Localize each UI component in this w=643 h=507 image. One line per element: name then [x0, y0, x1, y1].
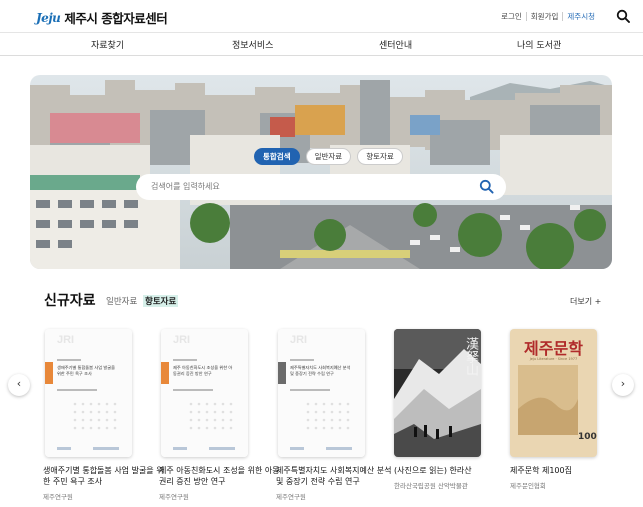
book-title[interactable]: 제주문학 제100집: [510, 465, 635, 476]
cover-number: 100: [578, 432, 597, 442]
cover-badge: JRI: [173, 334, 190, 346]
cover-title: 제주특별자치도 사회복지예산 분석 및 중장기 전략 수립 연구: [290, 365, 351, 376]
search-placeholder: 검색어를 입력하세요: [151, 182, 220, 191]
book-title[interactable]: 제주 아동친화도시 조성을 위한 아동권리 증진 방안 연구: [159, 465, 284, 487]
prev-button[interactable]: ‹: [8, 374, 30, 396]
cover-title: 생애주기별 통합돌봄 사업 발굴을 위한 주민 욕구 조사: [57, 365, 115, 376]
nav-item-my-library[interactable]: 나의 도서관: [517, 38, 561, 51]
cover-title: 제주 아동친화도시 조성을 위한 아동권리 증진 방안 연구: [173, 365, 233, 376]
site-logo[interactable]: Jeju 제주시 종합자료센터: [36, 8, 168, 27]
book-cover[interactable]: JRI 생애주기별 통합돌봄 사업 발굴을 위한 주민 욕구 조사: [45, 329, 132, 457]
chevron-left-icon: ‹: [16, 377, 22, 390]
search-icon[interactable]: [616, 9, 630, 23]
book-cover[interactable]: 漢拏山: [394, 329, 481, 457]
cover-badge: JRI: [57, 334, 74, 346]
cityhall-link[interactable]: 제주시청: [562, 12, 599, 21]
tab-general-materials[interactable]: 일반자료: [305, 148, 352, 165]
book-publisher: 제주연구원: [159, 493, 189, 501]
next-button[interactable]: ›: [612, 374, 634, 396]
report-cover: JRI: [278, 329, 365, 457]
search-icon[interactable]: [479, 179, 494, 194]
section-title: 신규자료: [44, 293, 96, 309]
book-cover[interactable]: JRI 제주특별자치도 사회복지예산 분석 및 중장기 전략 수립 연구: [278, 329, 365, 457]
book-publisher: 한라산국립공원 산악박물관: [394, 482, 468, 490]
tab-new-local[interactable]: 향토자료: [143, 295, 179, 307]
more-button[interactable]: 더보기 +: [570, 296, 601, 307]
tab-new-general[interactable]: 일반자료: [106, 295, 137, 307]
logo-mark: Jeju: [36, 10, 61, 25]
search-input[interactable]: 검색어를 입력하세요: [136, 174, 506, 200]
login-link[interactable]: 로그인: [497, 12, 526, 21]
book-publisher: 제주문인협회: [510, 482, 546, 490]
book-title[interactable]: (사진으로 읽는) 한라산: [394, 465, 519, 476]
book-title[interactable]: 생애주기별 통합돌봄 사업 발굴을 위한 주민 욕구 조사: [43, 465, 168, 487]
nav-item-info-service[interactable]: 정보서비스: [232, 38, 273, 51]
book-cover[interactable]: 제주문학 Jeju Literature · Since 1977 100: [510, 329, 597, 457]
report-cover: JRI: [161, 329, 248, 457]
tab-integrated-search[interactable]: 통합검색: [254, 148, 300, 165]
logo-text: 제주시 종합자료센터: [64, 11, 168, 26]
book-publisher: 제주연구원: [276, 493, 306, 501]
city-photo: [30, 75, 612, 269]
report-cover: JRI: [45, 329, 132, 457]
search-type-tabs: 통합검색 일반자료 향토자료: [254, 148, 403, 165]
book-publisher: 제주연구원: [43, 493, 73, 501]
main-nav: 자료찾기 정보서비스 센터안내 나의 도서관: [0, 32, 643, 56]
book-cover[interactable]: JRI 제주 아동친화도시 조성을 위한 아동권리 증진 방안 연구: [161, 329, 248, 457]
signup-link[interactable]: 회원가입: [525, 12, 563, 21]
cover-badge: JRI: [290, 334, 307, 346]
top-bar: Jeju 제주시 종합자료센터 로그인 회원가입 제주시청: [0, 0, 643, 32]
nav-item-search[interactable]: 자료찾기: [91, 38, 124, 51]
utility-links: 로그인 회원가입 제주시청: [497, 12, 599, 21]
cover-title: 漢拏山: [463, 337, 478, 376]
book-title[interactable]: 제주특별자치도 사회복지예산 분석 및 중장기 전략 수립 연구: [276, 465, 401, 487]
chevron-right-icon: ›: [620, 377, 626, 390]
nav-item-center-info[interactable]: 센터안내: [379, 38, 412, 51]
tab-local-materials[interactable]: 향토자료: [357, 148, 403, 165]
hero-banner: [30, 75, 612, 269]
